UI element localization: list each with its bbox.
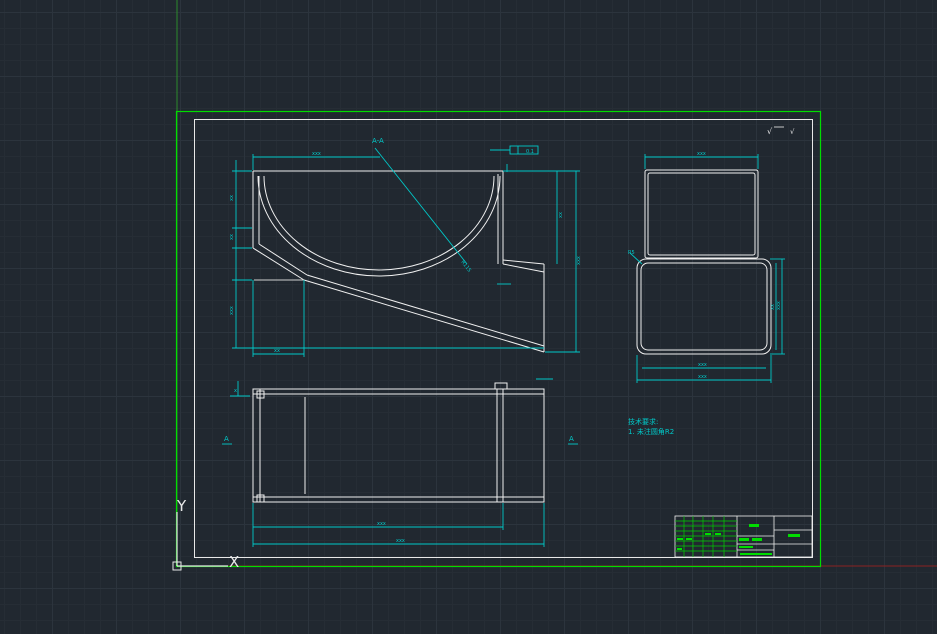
title-block-grid[interactable] [675,516,737,557]
svg-text:xxx: xxx [576,256,582,265]
section-arrow-left: A [224,435,229,443]
svg-text:xxx: xxx [776,301,782,310]
front-chamfer-inner[interactable] [258,243,308,276]
side-upper-box[interactable] [644,169,759,259]
front-bottom-flange-inner[interactable] [502,259,545,265]
top-dimensions[interactable] [222,378,578,547]
svg-text:xxx: xxx [312,151,321,157]
front-bottom-flange[interactable] [502,263,545,273]
front-slope-outer[interactable] [303,279,545,353]
top-outer-outline[interactable] [252,388,545,503]
technical-notes-item[interactable]: 1. 未注圆角R2 [628,427,674,436]
svg-text:xx: xx [229,234,235,240]
svg-text:xxx: xxx [697,151,706,157]
ucs-icon [172,512,228,571]
radius-leader-line[interactable] [374,147,468,265]
ucs-y-label: Y [176,497,187,515]
svg-text:R115: R115 [459,260,472,274]
section-mark-label: A-A [372,137,384,145]
ucs-x-label: X [229,553,239,571]
svg-text:xxx: xxx [396,538,405,544]
svg-text:R5: R5 [628,250,635,256]
front-dimension-text: xxx xx xx xxx xx xx xxx R115 [229,151,582,354]
drawing-canvas[interactable]: xxx xx xx xxx xx xx xxx R115 A-A 0.1 xxx… [0,0,937,634]
top-view[interactable] [252,382,545,503]
side-view[interactable] [636,169,772,355]
svg-text:x: x [234,388,237,394]
front-section-view[interactable] [252,170,545,353]
svg-text:xx: xx [274,348,280,354]
side-lower-box[interactable] [636,258,772,355]
technical-notes-heading[interactable]: 技术要求: [628,417,658,426]
side-dimension-text: xxx xxx xxx xx xxx R5 [628,151,782,380]
roughness-symbol-general: √ [790,128,795,136]
side-dimensions[interactable] [629,154,785,383]
tolerance-frame-value: 0.1 [526,149,534,155]
svg-text:xxx: xxx [698,362,707,368]
front-chamfer-outer[interactable] [252,247,305,281]
svg-text:xxx: xxx [377,521,386,527]
svg-text:xx: xx [229,195,235,201]
section-arrow-right: A [569,435,574,443]
cad-model-space[interactable]: xxx xx xx xxx xx xx xxx R115 A-A 0.1 xxx… [0,0,937,634]
roughness-symbol: √ [767,127,773,136]
svg-text:xxx: xxx [229,306,235,315]
front-dimensions[interactable] [232,145,580,357]
svg-text:xxx: xxx [698,374,707,380]
front-semicircle-inner[interactable] [263,175,495,271]
svg-text:xx: xx [558,212,564,218]
front-slope-inner[interactable] [306,274,545,347]
